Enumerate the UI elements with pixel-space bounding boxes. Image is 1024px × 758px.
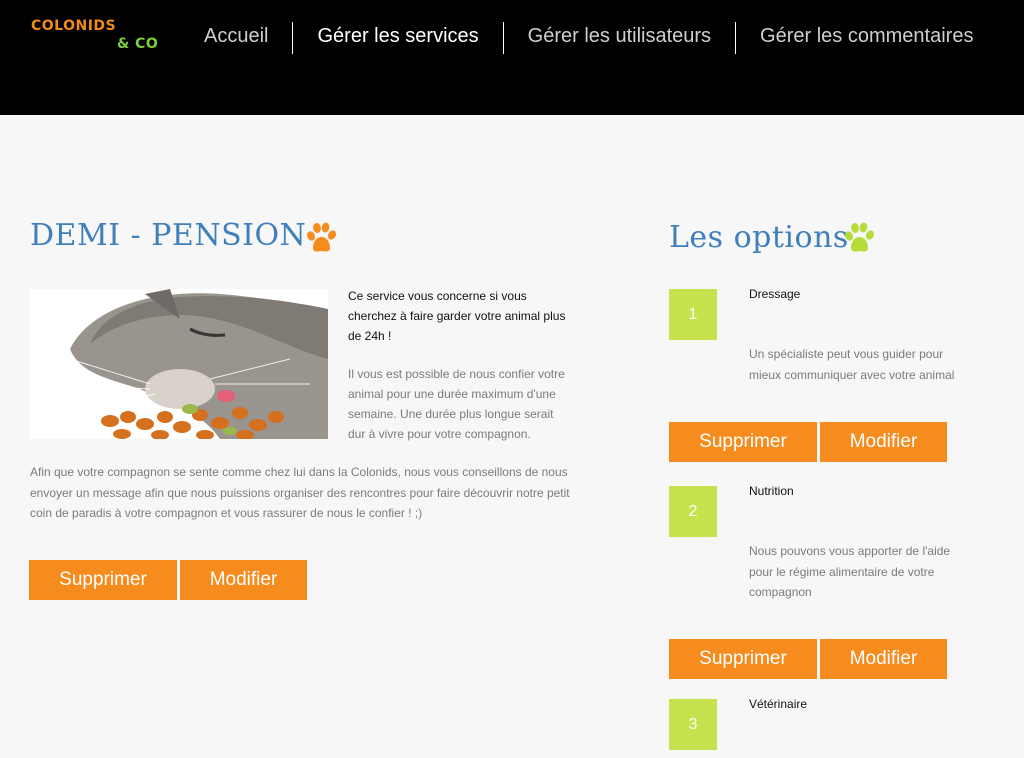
main-nav: Accueil Gérer les services Gérer les uti… xyxy=(180,22,997,54)
nav-item-gerer-utilisateurs[interactable]: Gérer les utilisateurs xyxy=(504,22,735,54)
logo-text-co: & CO xyxy=(117,36,159,52)
options-title: Les options xyxy=(669,220,849,255)
logo-text-colonids: COLONIDS xyxy=(31,18,117,34)
delete-option-button[interactable]: Supprimer xyxy=(669,639,817,679)
site-logo[interactable]: COLONIDS & CO xyxy=(31,18,158,52)
service-title: DEMI - PENSION xyxy=(30,218,307,253)
edit-option-button[interactable]: Modifier xyxy=(820,639,947,679)
edit-option-button[interactable]: Modifier xyxy=(820,422,947,462)
top-header: COLONIDS & CO Accueil Gérer les services… xyxy=(0,0,1024,115)
edit-service-button[interactable]: Modifier xyxy=(180,560,307,600)
nav-item-accueil[interactable]: Accueil xyxy=(180,22,292,54)
option-description: Un spécialiste peut vous guider pour mie… xyxy=(749,347,955,382)
paw-print-icon xyxy=(845,222,875,252)
option-name: Vétérinaire xyxy=(749,697,808,711)
paw-print-icon xyxy=(307,222,337,252)
nav-item-gerer-commentaires[interactable]: Gérer les commentaires xyxy=(736,22,997,54)
option-number-badge: 3 xyxy=(669,699,717,750)
option-name: Dressage xyxy=(749,287,801,301)
delete-service-button[interactable]: Supprimer xyxy=(29,560,177,600)
service-image-cat-eating xyxy=(30,289,328,439)
option-name: Nutrition xyxy=(749,484,794,498)
service-details-text: Il vous est possible de nous confier vot… xyxy=(348,367,565,441)
option-number-badge: 2 xyxy=(669,486,717,537)
service-intro-text: Ce service vous concerne si vous cherche… xyxy=(348,289,566,343)
nav-item-gerer-services[interactable]: Gérer les services xyxy=(293,22,502,54)
option-number-badge: 1 xyxy=(669,289,717,340)
option-description: Nous pouvons vous apporter de l'aide pou… xyxy=(749,544,951,599)
delete-option-button[interactable]: Supprimer xyxy=(669,422,817,462)
service-long-text: Afin que votre compagnon se sente comme … xyxy=(30,465,570,520)
